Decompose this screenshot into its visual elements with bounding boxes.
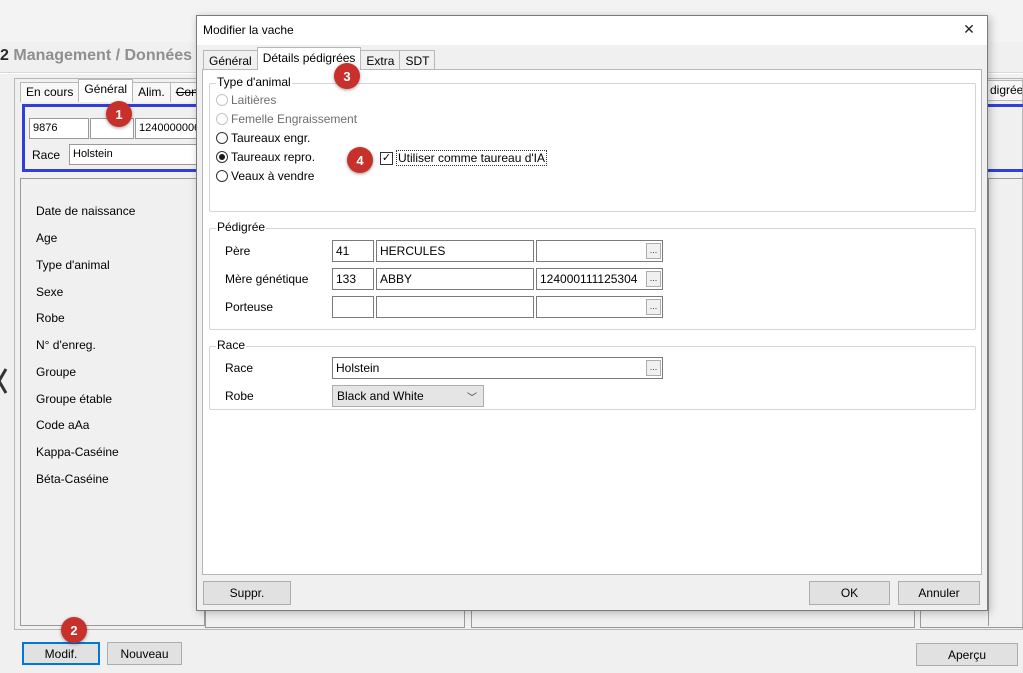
radio-veaux-a-vendre[interactable]: Veaux à vendre xyxy=(216,169,314,183)
porteuse-browse-button[interactable]: ... xyxy=(646,299,661,315)
dialog-tab-page: Type d'animal Laitières Femelle Engraiss… xyxy=(202,69,982,575)
robe-selected-value: Black and White xyxy=(337,389,424,403)
field-label-type-animal: Type d'animal xyxy=(36,258,110,272)
radio-button-icon[interactable] xyxy=(216,132,228,144)
robe-label: Robe xyxy=(225,389,254,403)
apercu-button[interactable]: Aperçu xyxy=(916,643,1018,666)
background-bottom-box-3 xyxy=(920,610,1023,628)
porteuse-number-field[interactable] xyxy=(332,296,374,318)
animal-id-box-right-edge xyxy=(988,104,1023,172)
checkbox-label-taureau-ia: Utiliser comme taureau d'IA xyxy=(396,150,548,166)
nouveau-button[interactable]: Nouveau xyxy=(107,642,182,665)
field-label-date-naissance: Date de naissance xyxy=(36,204,136,218)
mere-number-field[interactable]: 133 xyxy=(332,268,374,290)
background-bottom-box-1 xyxy=(205,610,465,628)
field-label-kappa-caseine: Kappa-Caséine xyxy=(36,445,119,459)
radio-button-icon[interactable] xyxy=(216,94,228,106)
radio-label-laitieres: Laitières xyxy=(231,93,277,107)
radio-laitieres[interactable]: Laitières xyxy=(216,93,276,107)
radio-button-icon[interactable] xyxy=(216,113,228,125)
pere-label: Père xyxy=(225,244,251,258)
background-race-field[interactable]: Holstein xyxy=(69,144,205,165)
field-label-groupe: Groupe xyxy=(36,365,77,379)
background-tab-en-cours[interactable]: En cours xyxy=(20,82,80,102)
mere-code-field[interactable]: 124000111125304 ... xyxy=(536,268,663,290)
pere-code-field[interactable]: ... xyxy=(536,240,663,262)
dialog-tab-strip: Général Détails pédigrées Extra SDT xyxy=(203,47,436,70)
field-label-groupe-etable: Groupe étable xyxy=(36,392,113,406)
annotation-marker-1: 1 xyxy=(106,101,132,127)
animal-number-field[interactable]: 9876 xyxy=(29,118,89,139)
race-browse-button[interactable]: ... xyxy=(646,360,661,376)
mere-browse-button[interactable]: ... xyxy=(646,271,661,287)
checkmark-icon[interactable]: ✓ xyxy=(380,151,393,165)
ok-button[interactable]: OK xyxy=(809,581,890,605)
modifier-vache-dialog: Modifier la vache ✕ Général Détails pédi… xyxy=(196,15,988,611)
suppr-button[interactable]: Suppr. xyxy=(203,581,291,605)
annuler-button[interactable]: Annuler xyxy=(898,581,980,605)
background-race-label: Race xyxy=(32,148,61,162)
radio-taureaux-engr[interactable]: Taureaux engr. xyxy=(216,131,310,145)
radio-button-icon[interactable] xyxy=(216,170,228,182)
mere-name-field[interactable]: ABBY xyxy=(376,268,534,290)
background-title-number: 2 xyxy=(0,47,9,64)
robe-dropdown[interactable]: Black and White ﹀ xyxy=(332,385,484,407)
field-label-age: Age xyxy=(36,231,58,245)
background-page-title: 2 Management / Données xyxy=(0,47,192,65)
dialog-titlebar[interactable]: Modifier la vache ✕ xyxy=(197,16,987,45)
chevron-down-icon[interactable]: ﹀ xyxy=(467,389,477,404)
modif-button[interactable]: Modif. xyxy=(22,642,100,665)
type-animal-group-title: Type d'animal xyxy=(216,75,292,89)
race-label: Race xyxy=(225,361,254,375)
mere-code-value: 124000111125304 xyxy=(540,272,638,286)
animal-long-id-field[interactable]: 1240000006 xyxy=(135,118,205,139)
field-label-beta-caseine: Béta-Caséine xyxy=(36,472,109,486)
pere-name-field[interactable]: HERCULES xyxy=(376,240,534,262)
annotation-marker-2: 2 xyxy=(61,617,87,643)
dialog-title: Modifier la vache xyxy=(203,23,294,37)
close-icon[interactable]: ✕ xyxy=(959,20,979,40)
background-tab-general[interactable]: Général xyxy=(78,79,134,102)
pere-number-field[interactable]: 41 xyxy=(332,240,374,262)
chevron-left-icon[interactable] xyxy=(0,366,10,396)
field-label-robe: Robe xyxy=(36,311,65,325)
radio-button-selected-icon[interactable] xyxy=(216,151,228,163)
background-title-text: Management / Données xyxy=(13,47,193,64)
porteuse-code-field[interactable]: ... xyxy=(536,296,663,318)
radio-label-femelle-engraissement: Femelle Engraissement xyxy=(231,112,358,126)
type-animal-group: Type d'animal Laitières Femelle Engraiss… xyxy=(209,75,976,212)
pedigree-group: Pédigrée Père 41 HERCULES ... Mère génét… xyxy=(209,220,976,330)
background-tab-strip: En cours Général Alim. Con xyxy=(20,79,204,102)
annotation-marker-3: 3 xyxy=(334,63,360,89)
porteuse-label: Porteuse xyxy=(225,300,274,314)
mere-genetique-label: Mère génétique xyxy=(225,272,309,286)
background-bottom-box-2 xyxy=(471,610,915,628)
background-tab-alim[interactable]: Alim. xyxy=(132,82,171,102)
radio-taureaux-repro[interactable]: Taureaux repro. xyxy=(216,150,315,164)
dialog-tab-general[interactable]: Général xyxy=(203,50,258,70)
radio-label-taureaux-engr: Taureaux engr. xyxy=(231,131,311,145)
race-field[interactable]: Holstein ... xyxy=(332,357,663,379)
field-label-code-aaa: Code aAa xyxy=(36,418,90,432)
background-tab-pedigree[interactable]: digrée xyxy=(985,80,1023,101)
radio-label-veaux-a-vendre: Veaux à vendre xyxy=(231,169,315,183)
dialog-tab-sdt[interactable]: SDT xyxy=(399,50,436,70)
radio-label-taureaux-repro: Taureaux repro. xyxy=(231,150,316,164)
porteuse-name-field[interactable] xyxy=(376,296,534,318)
dialog-tab-extra[interactable]: Extra xyxy=(360,50,401,70)
race-group: Race Race Holstein ... Robe Black and Wh… xyxy=(209,338,976,410)
background-fields-panel-right xyxy=(988,178,1023,626)
checkbox-taureau-ia[interactable]: ✓ Utiliser comme taureau d'IA xyxy=(380,150,548,166)
radio-femelle-engraissement[interactable]: Femelle Engraissement xyxy=(216,112,357,126)
pedigree-group-title: Pédigrée xyxy=(216,220,267,234)
field-label-numero-enreg: N° d'enreg. xyxy=(36,338,96,352)
race-group-title: Race xyxy=(216,338,247,352)
pere-browse-button[interactable]: ... xyxy=(646,243,661,259)
annotation-marker-4: 4 xyxy=(347,147,373,173)
field-label-sexe: Sexe xyxy=(36,285,64,299)
race-value: Holstein xyxy=(336,361,380,375)
